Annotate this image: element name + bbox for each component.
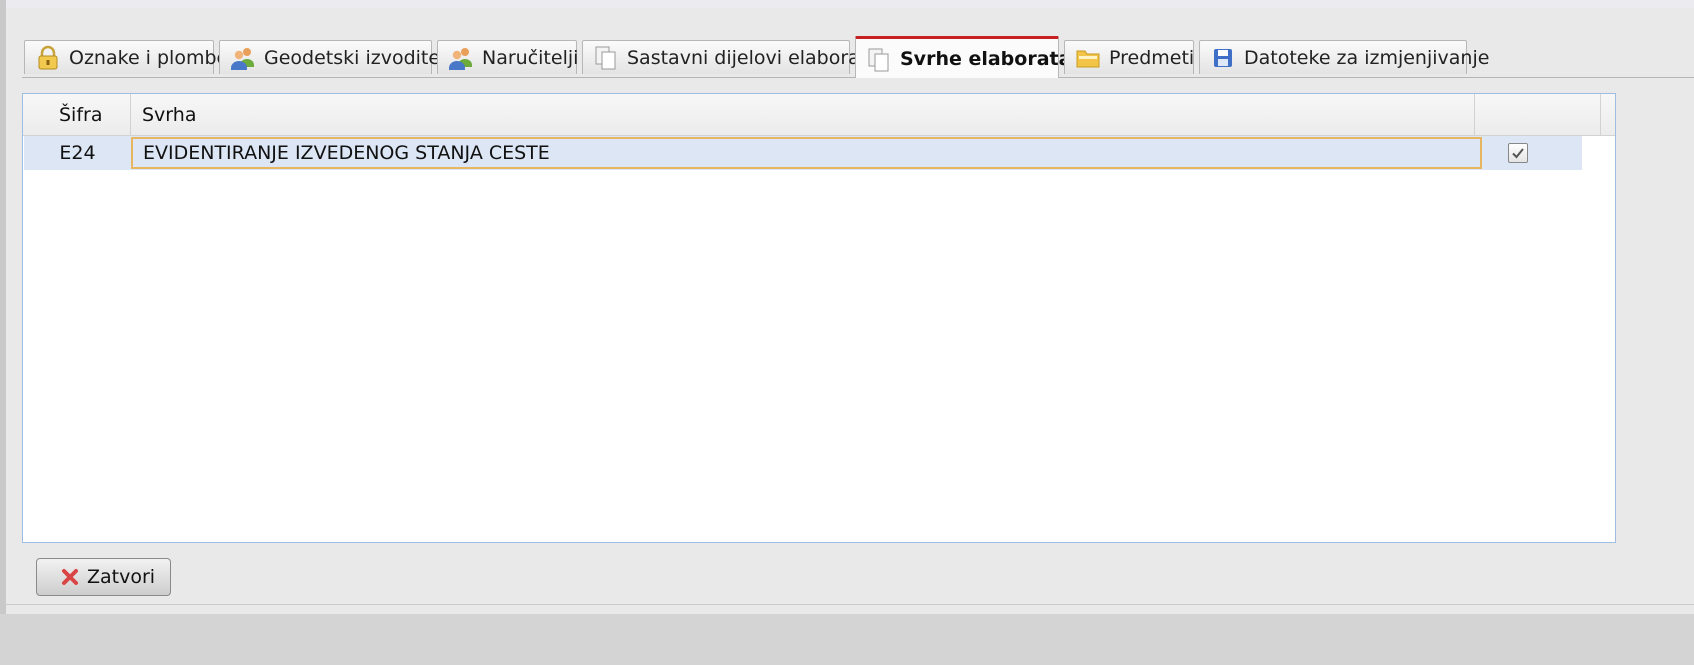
tab-sastavni-dijelovi-elaborata[interactable]: Sastavni dijelovi elaborata bbox=[582, 40, 879, 74]
table-row[interactable]: E24 EVIDENTIRANJE IZVEDENOG STANJA CESTE bbox=[24, 136, 1582, 170]
column-header-svrha[interactable]: Svrha bbox=[131, 94, 1475, 135]
documents-icon bbox=[866, 47, 892, 73]
column-header-checkbox[interactable] bbox=[1475, 94, 1601, 135]
tab-predmeti[interactable]: Predmeti bbox=[1064, 40, 1194, 74]
tab-label: Sastavni dijelovi elaborata bbox=[627, 46, 879, 69]
purpose-value: EVIDENTIRANJE IZVEDENOG STANJA CESTE bbox=[143, 142, 550, 164]
tab-oznake-i-plombe[interactable]: Oznake i plombe bbox=[24, 40, 228, 74]
close-x-icon bbox=[61, 568, 79, 586]
window-left-edge bbox=[0, 0, 6, 614]
grid-header: Šifra Svrha bbox=[23, 94, 1615, 136]
tab-geodetski-izvoditelji[interactable]: Geodetski izvoditelji bbox=[219, 40, 456, 74]
dialog-window: Oznake i plombe Geodetski izvoditelji Na… bbox=[0, 0, 1694, 614]
checkmark-icon bbox=[1512, 148, 1524, 159]
tab-label: Datoteke za izmjenjivanje bbox=[1244, 46, 1490, 69]
tab-label: Svrhe elaborata bbox=[900, 47, 1072, 70]
panel-bottom-line bbox=[6, 604, 1694, 605]
tab-label: Naručitelji bbox=[482, 46, 579, 69]
folder-icon bbox=[1075, 45, 1101, 71]
purposes-grid: Šifra Svrha E24 EVIDENTIRANJE IZVEDENOG … bbox=[22, 93, 1616, 543]
users-icon bbox=[230, 45, 256, 71]
close-button-label: Zatvori bbox=[87, 566, 156, 588]
column-header-sifra[interactable]: Šifra bbox=[23, 94, 131, 135]
tab-narucitelji[interactable]: Naručitelji bbox=[437, 40, 579, 74]
window-top-strip bbox=[6, 0, 1694, 8]
tab-label: Oznake i plombe bbox=[69, 46, 229, 69]
row-checkbox-cell[interactable] bbox=[1508, 143, 1528, 163]
documents-icon bbox=[593, 45, 619, 71]
lock-icon bbox=[35, 45, 61, 71]
code-cell[interactable]: E24 bbox=[24, 136, 131, 170]
tab-datoteke-za-izmjenjivanje[interactable]: Datoteke za izmjenjivanje bbox=[1199, 40, 1489, 74]
floppy-disk-icon bbox=[1210, 45, 1236, 71]
purpose-cell-editor[interactable]: EVIDENTIRANJE IZVEDENOG STANJA CESTE bbox=[131, 137, 1482, 169]
tab-svrhe-elaborata[interactable]: Svrhe elaborata bbox=[855, 36, 1071, 78]
tab-label: Predmeti bbox=[1109, 46, 1195, 69]
close-button[interactable]: Zatvori bbox=[36, 558, 171, 596]
row-checkbox[interactable] bbox=[1508, 143, 1528, 163]
users-icon bbox=[448, 45, 474, 71]
tab-label: Geodetski izvoditelji bbox=[264, 46, 456, 69]
